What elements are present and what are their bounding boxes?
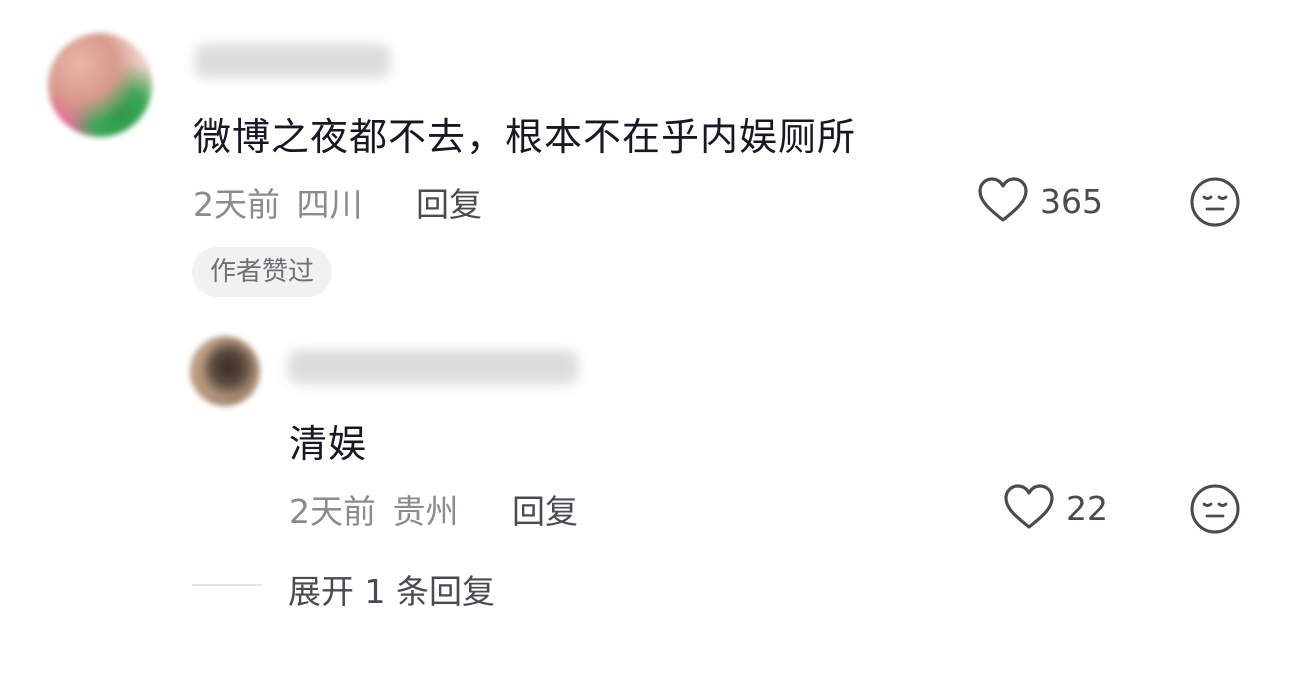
reply-like-count: 22	[1066, 489, 1108, 528]
comment-meta: 2天前 四川	[193, 178, 363, 226]
username-blurred[interactable]	[195, 44, 390, 78]
reply-text: 清娱	[289, 422, 368, 466]
dislike-face-icon[interactable]	[1189, 176, 1241, 228]
comment-time: 2天前	[193, 185, 280, 224]
reply-reply-button[interactable]: 回复	[512, 485, 578, 533]
author-liked-badge: 作者赞过	[192, 247, 333, 297]
expand-divider	[192, 584, 262, 586]
reply-location: 贵州	[392, 492, 459, 531]
reply-button[interactable]: 回复	[416, 178, 482, 226]
reply-heart-icon[interactable]	[1003, 483, 1055, 531]
comment-location: 四川	[296, 185, 363, 224]
expand-replies-button[interactable]: 展开 1 条回复	[288, 565, 495, 613]
comment-text: 微博之夜都不去，根本不在乎内娱厕所	[193, 115, 857, 159]
reply-username-blurred[interactable]	[288, 350, 578, 384]
reply-time: 2天前	[289, 492, 376, 531]
like-count: 365	[1040, 182, 1103, 221]
reply-avatar[interactable]	[190, 336, 260, 406]
reply-dislike-face-icon[interactable]	[1189, 483, 1241, 535]
heart-icon[interactable]	[977, 176, 1029, 224]
avatar[interactable]	[48, 33, 152, 137]
reply-meta: 2天前 贵州	[289, 485, 459, 533]
